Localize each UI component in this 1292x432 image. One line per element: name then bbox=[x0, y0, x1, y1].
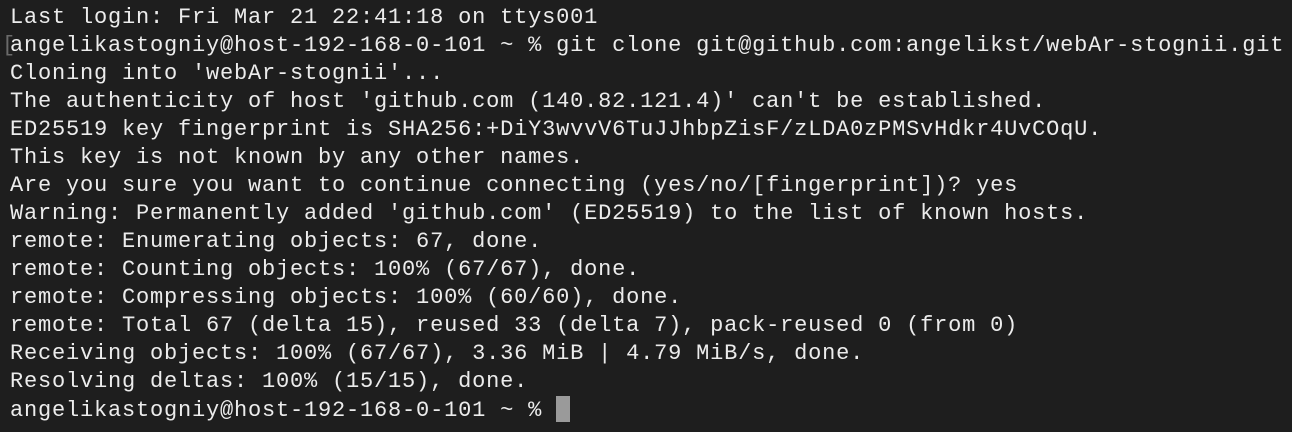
terminal-command-line: [angelikastogniy@host-192-168-0-101 ~ % … bbox=[2, 32, 1292, 60]
terminal-line: This key is not known by any other names… bbox=[10, 145, 585, 170]
terminal-line: ED25519 key fingerprint is SHA256:+DiY3w… bbox=[10, 117, 1103, 142]
terminal-line: Resolving deltas: 100% (15/15), done. bbox=[10, 369, 529, 394]
terminal-line: Cloning into 'webAr-stognii'... bbox=[10, 61, 445, 86]
terminal-line: remote: Enumerating objects: 67, done. bbox=[10, 229, 543, 254]
command-mark-icon: [ bbox=[2, 33, 16, 58]
terminal-line: remote: Total 67 (delta 15), reused 33 (… bbox=[10, 313, 1019, 338]
terminal-line: Receiving objects: 100% (67/67), 3.36 Mi… bbox=[10, 341, 865, 366]
terminal-line: remote: Counting objects: 100% (67/67), … bbox=[10, 257, 641, 282]
terminal-line: The authenticity of host 'github.com (14… bbox=[10, 89, 1047, 114]
terminal-line: remote: Compressing objects: 100% (60/60… bbox=[10, 285, 683, 310]
command-text: angelikastogniy@host-192-168-0-101 ~ % g… bbox=[10, 33, 1285, 58]
shell-prompt: angelikastogniy@host-192-168-0-101 ~ % bbox=[10, 398, 543, 423]
terminal-line: Warning: Permanently added 'github.com' … bbox=[10, 201, 1089, 226]
terminal-prompt-line[interactable]: angelikastogniy@host-192-168-0-101 ~ % bbox=[10, 396, 1292, 424]
cursor-block bbox=[556, 396, 571, 422]
terminal-output[interactable]: Last login: Fri Mar 21 22:41:18 on ttys0… bbox=[0, 0, 1292, 424]
terminal-line: Last login: Fri Mar 21 22:41:18 on ttys0… bbox=[10, 5, 599, 30]
terminal-line: Are you sure you want to continue connec… bbox=[10, 173, 1019, 198]
